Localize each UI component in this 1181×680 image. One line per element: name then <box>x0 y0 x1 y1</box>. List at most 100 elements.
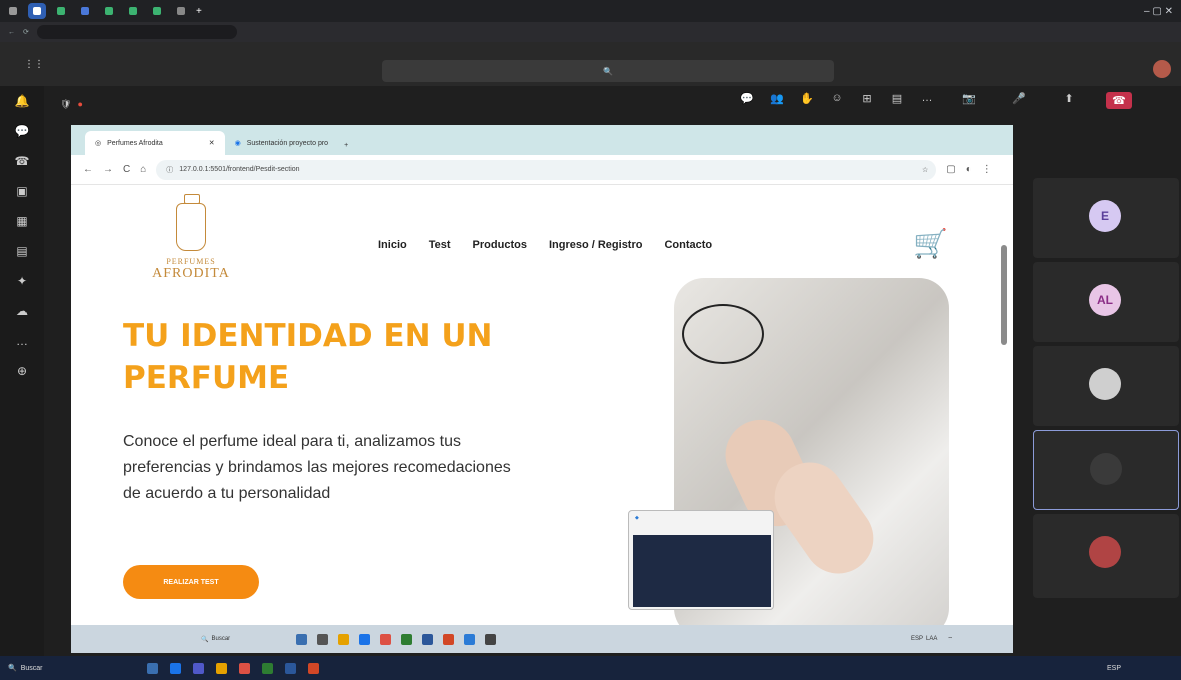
acrobat-icon[interactable] <box>307 662 319 674</box>
word-icon[interactable] <box>422 633 434 645</box>
search-icon[interactable]: 🔍 <box>201 636 208 643</box>
taskbar-preview-popup[interactable]: ◆ <box>628 510 774 610</box>
nav-contacto[interactable]: Contacto <box>664 239 712 251</box>
new-tab-icon[interactable]: + <box>344 142 348 149</box>
rail-copilot[interactable]: ✦ <box>0 266 44 296</box>
mic-button[interactable]: 🎤 <box>1006 92 1032 109</box>
rail-more[interactable]: … <box>0 326 44 356</box>
mirror-shape <box>682 304 764 364</box>
shared-search-label[interactable]: Buscar <box>211 636 291 642</box>
app-icon[interactable] <box>296 633 308 645</box>
forward-icon[interactable]: → <box>103 164 113 175</box>
edge-icon[interactable] <box>359 633 371 645</box>
lang-label[interactable]: ESP <box>911 636 923 642</box>
vscode-icon[interactable] <box>464 633 476 645</box>
outer-tab[interactable] <box>124 3 142 19</box>
folder-icon[interactable] <box>215 662 227 674</box>
os-search-label[interactable]: Buscar <box>21 665 141 672</box>
participant-tile[interactable]: AL <box>1033 262 1179 342</box>
rail-onedrive[interactable]: ☁ <box>0 296 44 326</box>
back-icon[interactable]: ← <box>8 29 15 36</box>
logo-line2: AFRODITA <box>152 266 230 281</box>
realizar-test-button[interactable]: REALIZAR TEST <box>123 565 259 599</box>
share-button[interactable]: ⬆ <box>1056 92 1082 109</box>
outer-tab[interactable] <box>52 3 70 19</box>
rail-apps[interactable]: ⊕ <box>0 356 44 386</box>
rail-calendar[interactable]: ▦ <box>0 206 44 236</box>
menu-icon[interactable]: ⋮ <box>982 164 992 175</box>
more-button[interactable]: … <box>914 92 940 109</box>
nav-test[interactable]: Test <box>429 239 451 251</box>
perfumes-site: PERFUMES AFRODITA Inicio Test Productos … <box>71 185 1013 625</box>
cart-icon[interactable]: 🛒 <box>913 227 948 260</box>
profile-icon[interactable]: ◐ <box>966 164 972 175</box>
rail-teams[interactable]: ▣ <box>0 176 44 206</box>
rail-assignments[interactable]: ▤ <box>0 236 44 266</box>
outer-tab[interactable] <box>148 3 166 19</box>
back-icon[interactable]: ← <box>83 164 93 175</box>
participant-tile[interactable] <box>1033 346 1179 426</box>
preview-thumbnail <box>633 535 771 607</box>
app-icon[interactable] <box>485 633 497 645</box>
extension-icon[interactable]: ▢ <box>946 164 955 175</box>
outer-url-field[interactable] <box>36 25 237 39</box>
logo-line1: PERFUMES <box>166 257 216 266</box>
outer-tab[interactable] <box>172 3 190 19</box>
participant-tile[interactable] <box>1033 514 1179 598</box>
excel-icon[interactable] <box>401 633 413 645</box>
scrollbar[interactable] <box>1001 245 1007 345</box>
nav-ingreso-registro[interactable]: Ingreso / Registro <box>549 239 643 251</box>
view-button[interactable]: ⊞ <box>854 92 880 109</box>
bookmark-star-icon[interactable]: ☆ <box>922 166 928 174</box>
participant-tile[interactable]: E <box>1033 178 1179 258</box>
chrome-icon[interactable] <box>380 633 392 645</box>
shared-tab-active[interactable]: ◎ Perfumes Afrodita ✕ <box>85 131 225 155</box>
teams-icon[interactable] <box>192 662 204 674</box>
wifi-icon[interactable]: ⌔ <box>947 635 953 643</box>
chat-button[interactable]: 💬 <box>734 92 760 109</box>
apps-grid-icon[interactable]: ⋮⋮ <box>24 59 44 70</box>
smile-icon: ☺ <box>831 92 843 104</box>
leave-button[interactable]: ☎ <box>1106 92 1132 109</box>
rail-calls[interactable]: ☎ <box>0 146 44 176</box>
powerpoint-icon[interactable] <box>443 633 455 645</box>
word-icon[interactable] <box>284 662 296 674</box>
apps-icon: ⊕ <box>16 364 28 378</box>
rail-activity[interactable]: 🔔 <box>0 86 44 116</box>
excel-icon[interactable] <box>261 662 273 674</box>
home-icon[interactable]: ⌂ <box>140 164 146 175</box>
window-controls-icon[interactable]: – ▢ ✕ <box>1144 6 1173 17</box>
reload-icon[interactable]: ⟳ <box>23 28 29 36</box>
participant-tile[interactable] <box>1033 430 1179 510</box>
camera-button[interactable]: 📷 <box>956 92 982 109</box>
outer-tab[interactable] <box>76 3 94 19</box>
outer-tab[interactable] <box>4 3 22 19</box>
chrome-icon[interactable] <box>238 662 250 674</box>
outer-tab[interactable] <box>100 3 118 19</box>
nav-inicio[interactable]: Inicio <box>378 239 407 251</box>
url-text: 127.0.0.1:5501/frontend/Pesdit-section <box>179 166 300 173</box>
start-icon[interactable] <box>146 662 158 674</box>
app-icon[interactable] <box>317 633 329 645</box>
folder-icon[interactable] <box>338 633 350 645</box>
vscode-icon: ◆ <box>635 515 639 521</box>
people-button[interactable]: 👥 <box>764 92 790 109</box>
notes-button[interactable]: ▤ <box>884 92 910 109</box>
new-tab-icon[interactable]: + <box>196 6 202 17</box>
close-icon[interactable]: ✕ <box>209 139 215 147</box>
shared-tab[interactable]: ◉ Sustentación proyecto pro <box>225 131 338 155</box>
os-lang-label[interactable]: ESP <box>1107 665 1121 672</box>
reload-icon[interactable]: C <box>123 164 130 175</box>
teams-search-field[interactable]: 🔍 <box>382 60 834 82</box>
rail-chat[interactable]: 💬 <box>0 116 44 146</box>
user-avatar[interactable] <box>1153 60 1171 78</box>
site-nav: Inicio Test Productos Ingreso / Registro… <box>378 239 712 251</box>
nav-productos[interactable]: Productos <box>473 239 527 251</box>
site-logo[interactable]: PERFUMES AFRODITA <box>141 194 241 303</box>
edge-icon[interactable] <box>169 662 181 674</box>
search-icon[interactable]: 🔍 <box>8 664 17 672</box>
react-button[interactable]: ☺ <box>824 92 850 109</box>
raise-hand-button[interactable]: ✋ <box>794 92 820 109</box>
outer-tab-active[interactable] <box>28 3 46 19</box>
url-field[interactable]: ⓘ 127.0.0.1:5501/frontend/Pesdit-section… <box>156 159 937 180</box>
